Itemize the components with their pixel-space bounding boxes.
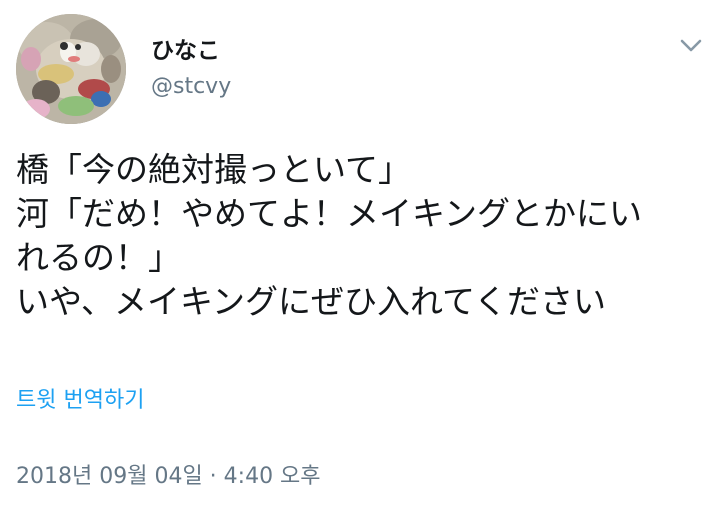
chevron-down-icon <box>680 39 702 52</box>
tweet-timestamp[interactable]: 2018년 09월 04일 · 4:40 오후 <box>16 462 321 492</box>
avatar[interactable] <box>16 14 126 124</box>
tweet-text-line: れるの！」 <box>16 238 181 277</box>
avatar-image <box>16 14 126 124</box>
display-name[interactable]: ひなこ <box>151 37 220 65</box>
translate-tweet-link[interactable]: 트윗 번역하기 <box>16 386 144 416</box>
tweet-text-line: 橋「今の絶対撮っといて」 <box>16 150 412 189</box>
user-handle[interactable]: @stcvy <box>151 73 231 101</box>
tweet-menu-button[interactable] <box>676 30 706 60</box>
tweet-card: ひなこ @stcvy 橋「今の絶対撮っといて」 河「だめ！やめてよ！メイキングと… <box>0 0 720 509</box>
tweet-text-line: 河「だめ！やめてよ！メイキングとかにい <box>16 194 643 233</box>
tweet-text-line: いや、メイキングにぜひ入れてください <box>16 282 607 321</box>
tweet-text: 橋「今の絶対撮っといて」 河「だめ！やめてよ！メイキングとかにい れるの！」 い… <box>16 148 706 324</box>
